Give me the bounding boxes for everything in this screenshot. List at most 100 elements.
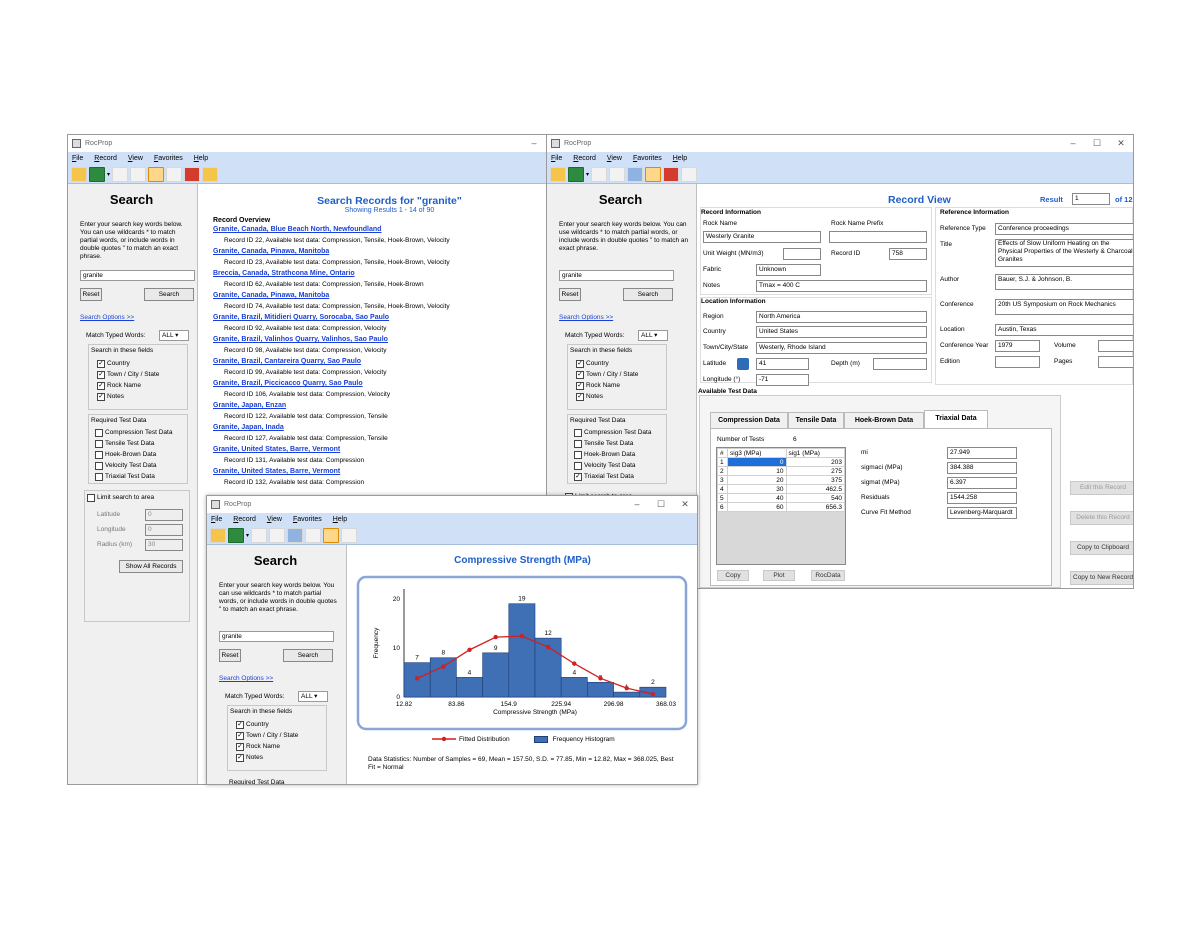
favorites-star-icon[interactable] <box>681 166 698 182</box>
record-link[interactable]: Granite, Brazil, Piccicacco Quarry, Sao … <box>213 378 546 389</box>
rock-name-input[interactable]: Westerly Granite <box>703 231 821 243</box>
minimize-icon[interactable]: – <box>1061 135 1085 152</box>
volume-input[interactable] <box>1098 340 1133 352</box>
reset-button[interactable]: Reset <box>80 288 102 301</box>
menu-view[interactable]: View <box>267 516 282 523</box>
record-view-icon[interactable] <box>287 527 304 543</box>
dropdown-arrow-icon[interactable]: ▾ <box>107 171 110 178</box>
close-icon[interactable]: ✕ <box>1109 135 1133 152</box>
edition-input[interactable] <box>995 356 1040 368</box>
menu-record[interactable]: Record <box>94 155 117 162</box>
favorites-star-icon[interactable] <box>202 166 219 182</box>
param-value[interactable]: 6.397 <box>947 477 1017 489</box>
param-value[interactable]: 27.949 <box>947 447 1017 459</box>
excel-icon[interactable] <box>228 527 244 543</box>
param-value[interactable]: 1544.258 <box>947 492 1017 504</box>
search-input[interactable]: granite <box>80 270 195 281</box>
field-notes-checkbox[interactable]: ✓ Notes <box>97 391 159 402</box>
record-link[interactable]: Granite, Japan, Enzan <box>213 400 546 411</box>
required-velocity-checkbox[interactable]: Velocity Test Data <box>574 460 651 471</box>
tab-compression[interactable]: Compression Data <box>710 412 788 428</box>
search-button[interactable]: Search <box>623 288 673 301</box>
result-spinner[interactable]: 1 <box>1072 193 1110 205</box>
maximize-icon[interactable]: ☐ <box>1085 135 1109 152</box>
document-icon[interactable] <box>112 166 129 182</box>
menu-record[interactable]: Record <box>573 155 596 162</box>
required-tensile-checkbox[interactable]: Tensile Test Data <box>95 438 172 449</box>
search-options-link[interactable]: Search Options >> <box>219 675 273 682</box>
match-select[interactable]: ALL ▾ <box>638 330 668 341</box>
search-input[interactable]: granite <box>559 270 674 281</box>
field-rock-checkbox[interactable]: ✓ Rock Name <box>576 380 638 391</box>
record-link[interactable]: Granite, Brazil, Cantareira Quarry, Sao … <box>213 356 546 367</box>
country-input[interactable]: United States <box>756 326 927 338</box>
required-hoek-checkbox[interactable]: Hoek-Brown Data <box>574 449 651 460</box>
fabric-input[interactable]: Unknown <box>756 264 821 276</box>
record-icon[interactable] <box>645 166 662 182</box>
excel-icon[interactable] <box>89 166 105 182</box>
menu-view[interactable]: View <box>128 155 143 162</box>
author-input[interactable]: Bauer, S.J. & Johnson, B. <box>995 274 1133 290</box>
ref-type-input[interactable]: Conference proceedings <box>995 223 1133 235</box>
latitude-input[interactable]: 41 <box>756 358 809 370</box>
menu-record[interactable]: Record <box>233 516 256 523</box>
search-options-link[interactable]: Search Options >> <box>80 314 134 321</box>
table-row[interactable]: 6 60 656.3 <box>717 502 845 512</box>
search-button[interactable]: Search <box>144 288 194 301</box>
param-value[interactable]: 384.388 <box>947 462 1017 474</box>
field-town-checkbox[interactable]: ✓ Town / City / State <box>97 369 159 380</box>
field-rock-checkbox[interactable]: ✓ Rock Name <box>236 741 298 752</box>
record-view-icon[interactable] <box>148 166 165 182</box>
unit-weight-input[interactable] <box>783 248 821 260</box>
blank-icon[interactable] <box>166 166 183 182</box>
document-icon[interactable] <box>591 166 608 182</box>
menu-favorites[interactable]: Favorites <box>154 155 183 162</box>
blank-icon[interactable] <box>305 527 322 543</box>
limit-area-checkbox[interactable]: Limit search to area <box>87 492 154 503</box>
table-row[interactable]: 2 10 275 <box>717 466 845 476</box>
copy-new-record-button[interactable]: Copy to New Record <box>1070 571 1133 585</box>
rocdata-button[interactable]: RocData <box>811 570 845 581</box>
prefix-input[interactable] <box>829 231 927 243</box>
record-link[interactable]: Granite, United States, Barre, Vermont <box>213 444 546 455</box>
depth-input[interactable] <box>873 358 927 370</box>
required-tensile-checkbox[interactable]: Tensile Test Data <box>574 438 651 449</box>
menu-help[interactable]: Help <box>673 155 687 162</box>
field-notes-checkbox[interactable]: ✓ Notes <box>576 391 638 402</box>
menu-view[interactable]: View <box>607 155 622 162</box>
field-country-checkbox[interactable]: ✓ Country <box>236 719 298 730</box>
record-link[interactable]: Granite, Canada, Pinawa, Manitoba <box>213 290 546 301</box>
minimize-icon[interactable]: – <box>625 496 649 513</box>
record-link[interactable]: Breccia, Canada, Strathcona Mine, Ontari… <box>213 268 546 279</box>
chart-icon[interactable] <box>323 527 340 543</box>
tab-triaxial[interactable]: Triaxial Data <box>924 410 988 428</box>
menu-file[interactable]: File <box>72 155 83 162</box>
table-row[interactable]: 4 30 462.5 <box>717 484 845 494</box>
record-link[interactable]: Granite, Brazil, Valinhos Quarry, Valinh… <box>213 334 546 345</box>
menu-help[interactable]: Help <box>194 155 208 162</box>
required-triaxial-checkbox[interactable]: Triaxial Test Data <box>95 471 172 482</box>
area-latitude-input[interactable]: 0 <box>145 509 183 521</box>
town-input[interactable]: Westerly, Rhode Island <box>756 342 927 354</box>
area-longitude-input[interactable]: 0 <box>145 524 183 536</box>
param-value[interactable]: Levenberg-Marquardt <box>947 507 1017 519</box>
record-link[interactable]: Granite, Canada, Blue Beach North, Newfo… <box>213 224 546 235</box>
required-triaxial-checkbox[interactable]: ✓ Triaxial Test Data <box>574 471 651 482</box>
plot-button[interactable]: Plot <box>763 570 795 581</box>
chart-icon[interactable] <box>663 166 680 182</box>
record-link[interactable]: Granite, Brazil, Mitidieri Quarry, Soroc… <box>213 312 546 323</box>
match-select[interactable]: ALL ▾ <box>298 691 328 702</box>
chart-icon[interactable] <box>184 166 201 182</box>
field-rock-checkbox[interactable]: ✓ Rock Name <box>97 380 159 391</box>
region-input[interactable]: North America <box>756 311 927 323</box>
required-velocity-checkbox[interactable]: Velocity Test Data <box>95 460 172 471</box>
ref-location-input[interactable]: Austin, Texas <box>995 324 1133 336</box>
menu-file[interactable]: File <box>551 155 562 162</box>
search-input[interactable]: granite <box>219 631 334 642</box>
dropdown-arrow-icon[interactable]: ▾ <box>586 171 589 178</box>
print-icon[interactable] <box>609 166 626 182</box>
field-town-checkbox[interactable]: ✓ Town / City / State <box>236 730 298 741</box>
record-id-input[interactable]: 758 <box>889 248 927 260</box>
copy-clipboard-button[interactable]: Copy to Clipboard <box>1070 541 1133 555</box>
search-tool-icon[interactable] <box>71 166 87 182</box>
